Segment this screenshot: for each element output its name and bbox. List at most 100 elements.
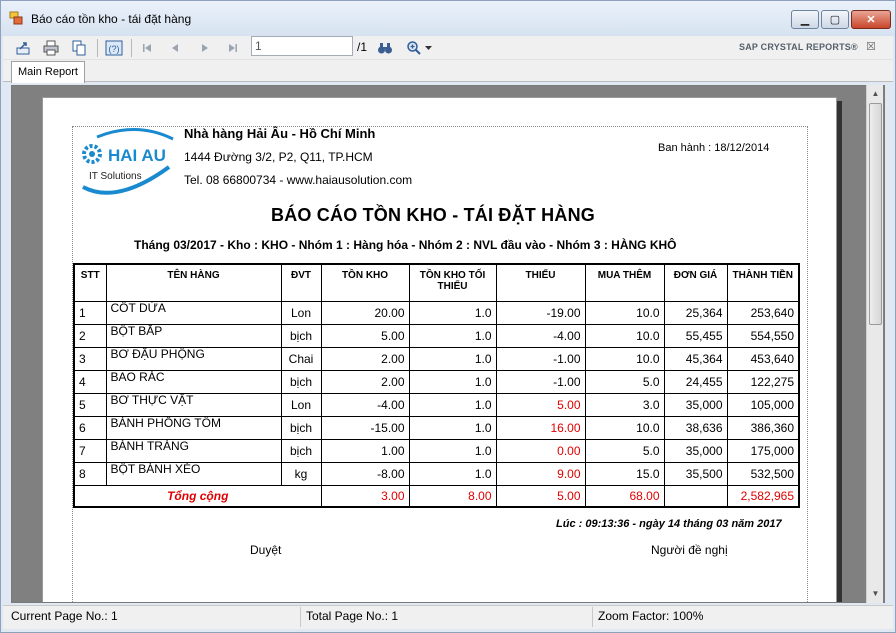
status-separator [300,607,301,627]
cell-short: -4.00 [495,323,586,348]
maximize-button[interactable]: ▢ [821,10,849,29]
cell-total: 386,360 [726,415,800,440]
cell-stock: 20.00 [320,300,410,325]
cell-stock: 1.00 [320,438,410,463]
close-button[interactable]: ✕ [851,10,891,29]
cell-total: 122,275 [726,369,800,394]
restaurant-name: Nhà hàng Hải Âu - Hồ Chí Minh [184,126,376,141]
toolbar-separator [97,39,98,57]
report-title: BÁO CÁO TỒN KHO - TÁI ĐẶT HÀNG [271,205,595,225]
print-button[interactable] [41,38,61,58]
first-page-button[interactable] [137,38,157,58]
column-header: ĐƠN GIÁ [663,263,728,302]
next-page-icon [202,44,208,52]
scroll-up-icon[interactable]: ▲ [867,85,884,102]
restaurant-address: 1444 Đường 3/2, P2, Q11, TP.HCM [184,150,373,164]
cell-name: BAO RÁC [105,369,282,394]
binoculars-icon [378,43,392,54]
cell-unit: Lon [280,392,322,417]
export-button[interactable] [13,38,33,58]
zoom-dropdown[interactable] [403,38,435,58]
title-bar: Báo cáo tồn kho - tái đặt hàng ▁ ▢ ✕ [1,1,895,37]
report-viewer: HAI AU IT Solutions Nhà hàng Hải Âu - Hồ… [11,85,885,603]
status-zoom: Zoom Factor: 100% [598,609,704,623]
total-short: 5.00 [495,484,586,508]
column-header: STT [73,263,107,302]
cell-total: 253,640 [726,300,800,325]
brand-label: SAP CRYSTAL REPORTS® [739,42,858,52]
cell-short: 0.00 [495,438,586,463]
tab-strip [3,60,893,82]
cell-min: 1.0 [408,346,497,371]
cell-stt: 1 [73,300,107,325]
cell-short: -19.00 [495,300,586,325]
report-page: HAI AU IT Solutions Nhà hàng Hải Âu - Hồ… [42,97,837,602]
last-page-icon [229,44,237,52]
cell-total: 532,500 [726,461,800,486]
logo-title: HAI AU [108,146,166,165]
total-stock: 3.00 [320,484,410,508]
cell-short: 9.00 [495,461,586,486]
cell-unit: bịch [280,438,322,463]
cell-price: 55,455 [663,323,728,348]
help-button[interactable]: (?) [104,38,124,58]
status-bar [3,605,893,629]
zoom-icon [407,41,421,55]
find-button[interactable] [375,38,395,58]
cell-min: 1.0 [408,415,497,440]
minimize-icon: ▁ [800,14,810,26]
brand-close-icon[interactable]: ☒ [866,40,876,53]
cell-price: 35,500 [663,461,728,486]
first-page-icon [143,44,151,52]
cell-name: BỘT BẮP [105,323,282,348]
total-row: Tổng cộng 3.00 8.00 5.00 68.00 2,582,965 [73,484,800,508]
app-window: Báo cáo tồn kho - tái đặt hàng ▁ ▢ ✕ (?) [0,0,896,633]
table-row: 8 BỘT BÁNH XÈO kg -8.00 1.0 9.00 15.0 35,500 532… [73,461,800,486]
page-number-input[interactable] [251,36,353,56]
status-total-page: Total Page No.: 1 [306,609,399,623]
table-row: 1 CÔT DỪA Lon 20.00 1.0 -19.00 10.0 25,364 253,6… [73,300,800,325]
cell-price: 38,636 [663,415,728,440]
page-total: /1 [357,40,368,54]
last-page-button[interactable] [223,38,243,58]
cell-short: -1.00 [495,369,586,394]
status-separator [592,607,593,627]
column-header: TỒN KHO TỐI THIỂU [408,263,497,302]
prev-page-icon [172,44,178,52]
table-row: 2 BỘT BẮP bịch 5.00 1.0 -4.00 10.0 55,455 554,55… [73,323,800,348]
report-subtitle: Tháng 03/2017 - Kho : KHO - Nhóm 1 : Hàn… [134,238,677,252]
scroll-thumb[interactable] [869,103,882,325]
cell-name: BỘT BÁNH XÈO [105,461,282,486]
column-header: THIẾU [495,263,586,302]
svg-text:(?): (?) [109,44,120,54]
cell-stock: 2.00 [320,346,410,371]
cell-price: 25,364 [663,300,728,325]
maximize-icon: ▢ [829,14,841,26]
column-header: TÊN HÀNG [105,263,282,302]
cell-name: BƠ THỰC VẬT [105,392,282,417]
chevron-down-icon [425,45,432,50]
next-page-button[interactable] [195,38,215,58]
cell-min: 1.0 [408,392,497,417]
copy-button[interactable] [69,38,89,58]
window-title: Báo cáo tồn kho - tái đặt hàng [31,12,192,26]
total-label: Tổng cộng [73,484,322,508]
scroll-down-icon[interactable]: ▼ [867,585,884,602]
cell-stt: 5 [73,392,107,417]
cell-total: 175,000 [726,438,800,463]
export-icon [16,42,30,55]
cell-stt: 8 [73,461,107,486]
print-icon [43,40,59,56]
cell-min: 1.0 [408,438,497,463]
cell-unit: bịch [280,323,322,348]
tab-main-report[interactable]: Main Report [11,61,85,83]
prev-page-button[interactable] [165,38,185,58]
cell-price: 35,000 [663,392,728,417]
vertical-scrollbar[interactable]: ▲ ▼ [866,85,883,603]
cell-buy: 10.0 [584,415,665,440]
column-header: THÀNH TIỀN [726,263,800,302]
minimize-button[interactable]: ▁ [791,10,819,29]
cell-buy: 10.0 [584,300,665,325]
logo-subtitle: IT Solutions [89,171,142,182]
table-row: 5 BƠ THỰC VẬT Lon -4.00 1.0 5.00 3.0 35,000 105,… [73,392,800,417]
